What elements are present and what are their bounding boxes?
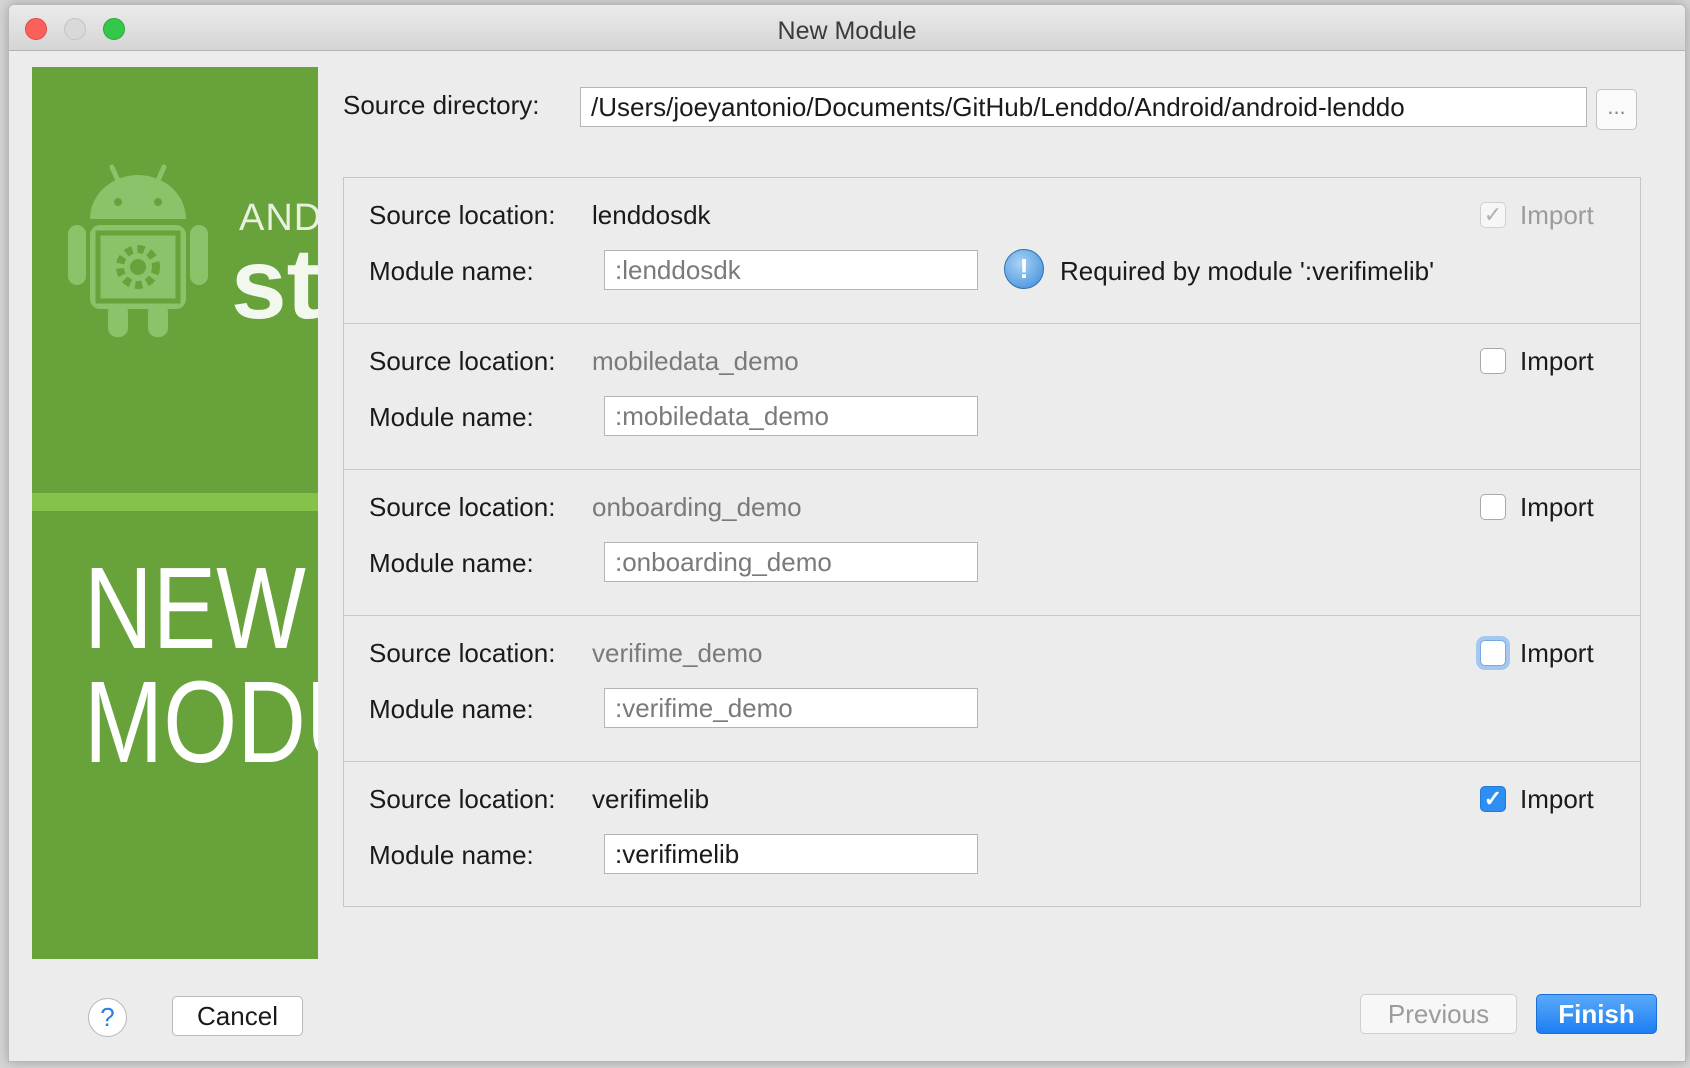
module-name-field[interactable]: :lenddosdk	[604, 250, 978, 290]
android-robot-icon	[68, 164, 208, 337]
source-location-label: Source location:	[369, 784, 556, 814]
import-checkbox[interactable]	[1480, 640, 1506, 666]
module-name-field[interactable]: :onboarding_demo	[604, 542, 978, 582]
import-checkbox[interactable]	[1480, 348, 1506, 374]
source-location-value: lenddosdk	[592, 200, 711, 230]
import-label[interactable]: Import	[1520, 638, 1594, 669]
module-row: Source location: onboarding_demo Module …	[344, 470, 1640, 616]
title-bar: New Module	[9, 5, 1685, 51]
info-icon: !	[1004, 249, 1044, 289]
help-button[interactable]: ?	[88, 998, 127, 1037]
finish-button[interactable]: Finish	[1536, 994, 1657, 1034]
module-row: Source location: verifimelib Module name…	[344, 762, 1640, 908]
source-location-value: verifimelib	[592, 784, 710, 814]
module-name-field[interactable]: :mobiledata_demo	[604, 396, 978, 436]
import-checkbox: ✓	[1480, 202, 1506, 228]
import-label[interactable]: Import	[1520, 492, 1594, 523]
module-name-label: Module name:	[369, 548, 534, 578]
source-location-label: Source location:	[369, 346, 556, 376]
banner-stripe	[32, 493, 318, 511]
source-location-label: Source location:	[369, 492, 556, 522]
brand-big: studio	[231, 228, 318, 340]
source-location-label: Source location:	[369, 200, 556, 230]
window-title: New Module	[777, 17, 917, 45]
import-label[interactable]: Import	[1520, 784, 1594, 815]
module-row: Source location: mobiledata_demo Module …	[344, 324, 1640, 470]
previous-button[interactable]: Previous	[1360, 994, 1517, 1034]
module-name-field[interactable]: :verifimelib	[604, 834, 978, 874]
module-list: Source location: lenddosdk Module name: …	[343, 177, 1641, 907]
module-row: Source location: lenddosdk Module name: …	[344, 178, 1640, 324]
module-name-label: Module name:	[369, 840, 534, 870]
module-name-label: Module name:	[369, 402, 534, 432]
source-location-value: onboarding_demo	[592, 492, 802, 522]
module-name-label: Module name:	[369, 256, 534, 286]
android-studio-banner: ANDROID studio NEW MODULE	[32, 67, 318, 959]
browse-button[interactable]: ...	[1596, 89, 1637, 130]
import-label: Import	[1520, 200, 1594, 230]
source-directory-label: Source directory:	[343, 90, 540, 120]
module-name-field[interactable]: :verifime_demo	[604, 688, 978, 728]
import-checkbox[interactable]	[1480, 494, 1506, 520]
cancel-button[interactable]: Cancel	[172, 996, 303, 1036]
module-row: Source location: verifime_demo Module na…	[344, 616, 1640, 762]
source-location-value: mobiledata_demo	[592, 346, 799, 376]
source-directory-field[interactable]: /Users/joeyantonio/Documents/GitHub/Lend…	[580, 87, 1587, 127]
source-location-label: Source location:	[369, 638, 556, 668]
new-module-dialog: New Module ANDROID studio NEW MODULE So	[8, 4, 1686, 1062]
import-label[interactable]: Import	[1520, 346, 1594, 377]
banner-hero-text: NEW MODULE	[84, 543, 318, 787]
source-location-value: verifime_demo	[592, 638, 763, 668]
required-by-note: Required by module ':verifimelib'	[1060, 256, 1435, 286]
import-checkbox[interactable]: ✓	[1480, 786, 1506, 812]
module-name-label: Module name:	[369, 694, 534, 724]
